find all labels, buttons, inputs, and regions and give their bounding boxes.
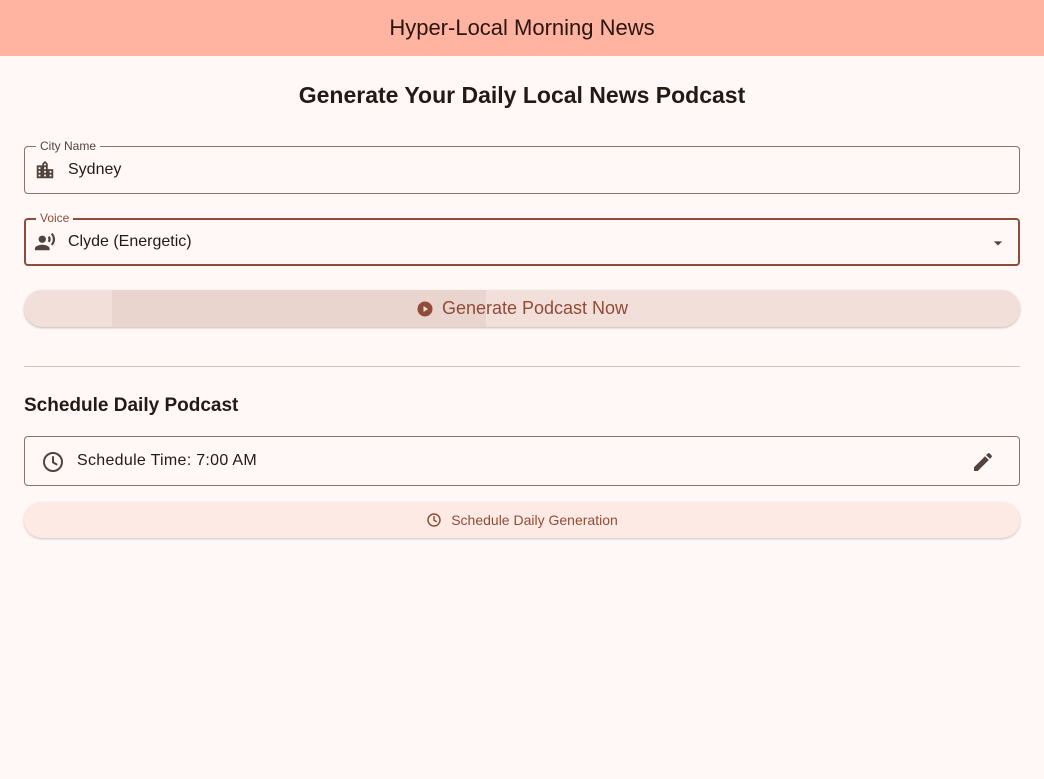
app-title: Hyper-Local Morning News (389, 15, 655, 40)
play-circle-icon (416, 300, 434, 318)
app-bar: Hyper-Local Morning News (0, 0, 1044, 56)
generate-podcast-label: Generate Podcast Now (441, 298, 629, 318)
schedule-daily-generation-button[interactable]: Schedule Daily Generation (24, 502, 1020, 538)
page-title: Generate Your Daily Local News Podcast (298, 82, 746, 108)
city-name-input[interactable]: Sydney (68, 161, 121, 179)
schedule-daily-generation-label: Schedule Daily Generation (451, 512, 618, 528)
location-city-icon (34, 159, 56, 181)
schedule-time-text: Schedule Time: 7:00 AM (77, 452, 258, 469)
voice-selected-value: Clyde (Energetic) (68, 233, 192, 250)
voice-label: Voice (36, 211, 74, 225)
schedule-section-title: Schedule Daily Podcast (24, 395, 239, 416)
city-name-field[interactable]: City Name Sydney (24, 139, 1020, 194)
arrow-drop-down-icon[interactable] (988, 233, 1008, 253)
section-divider (24, 366, 1020, 367)
record-voice-icon (34, 231, 56, 253)
voice-select[interactable]: Voice Clyde (Energetic) (24, 211, 1020, 266)
generate-podcast-button[interactable]: Generate Podcast Now (24, 290, 1020, 327)
clock-icon (426, 512, 442, 528)
clock-icon (41, 450, 65, 474)
edit-icon[interactable] (971, 450, 995, 474)
schedule-time-tile[interactable]: Schedule Time: 7:00 AM (24, 436, 1020, 486)
city-name-label: City Name (36, 139, 101, 153)
